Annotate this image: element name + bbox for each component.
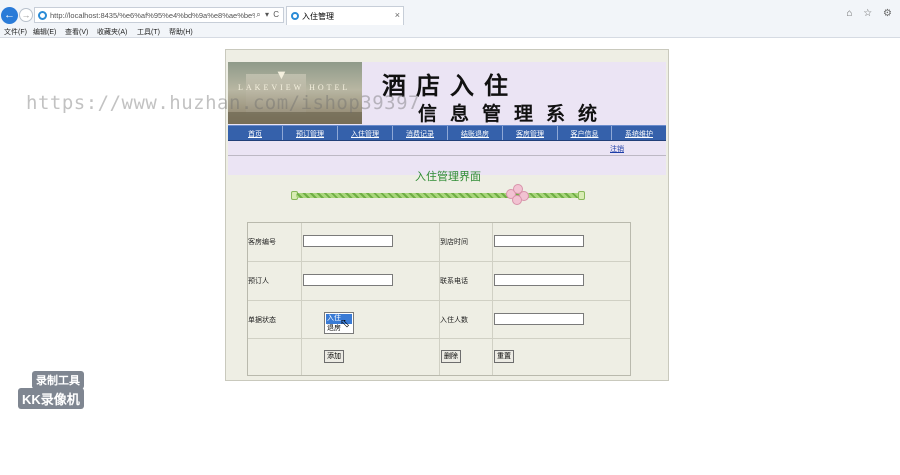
guest-count-input[interactable]: [494, 313, 584, 325]
header-banner: ▼ LAKEVIEW HOTEL 酒店入住 信息管理系统 首页 预订管理 入住管…: [228, 62, 666, 175]
status-label: 单据状态: [248, 317, 276, 324]
delete-button[interactable]: 删除: [441, 350, 461, 363]
tab-ie-icon: [291, 12, 299, 20]
divider-line: [228, 155, 666, 156]
mouse-cursor-icon: ⬁: [340, 316, 351, 330]
ie-logo-icon: [38, 11, 47, 20]
decorative-divider: [296, 193, 581, 198]
hotel-logo-text: LAKEVIEW HOTEL: [238, 83, 351, 92]
home-star-gear-icon[interactable]: ⌂ ☆ ⚙: [846, 8, 896, 19]
arrive-time-input[interactable]: [494, 235, 584, 247]
nav-system[interactable]: 系统维护: [612, 126, 666, 140]
system-subtitle: 信息管理系统: [418, 104, 611, 125]
recorder-badge-line2: KK录像机: [18, 388, 84, 409]
nav-booking[interactable]: 预订管理: [283, 126, 338, 140]
divider-end-right: [578, 191, 585, 200]
browser-tab[interactable]: 入住管理 ×: [286, 6, 404, 25]
back-arrow-icon[interactable]: ←: [1, 7, 18, 24]
address-bar[interactable]: http://localhost:8435/%e6%af%95%e4%bd%9a…: [34, 7, 284, 23]
guest-count-label: 入住人数: [440, 317, 468, 324]
menu-view[interactable]: 查看(V): [65, 27, 88, 37]
main-nav: 首页 预订管理 入住管理 消费记录 结账退房 客房管理 客户信息 系统维护: [228, 125, 666, 141]
nav-checkin[interactable]: 入住管理: [338, 126, 393, 140]
menu-bar: 文件(F) 编辑(E) 查看(V) 收藏夹(A) 工具(T) 帮助(H): [0, 26, 900, 38]
menu-tools[interactable]: 工具(T): [137, 27, 160, 37]
menu-file[interactable]: 文件(F): [4, 27, 27, 37]
flower-icon: [504, 183, 532, 207]
menu-favorites[interactable]: 收藏夹(A): [97, 27, 127, 37]
nav-consumption[interactable]: 消费记录: [393, 126, 448, 140]
menu-edit[interactable]: 编辑(E): [33, 27, 56, 37]
address-url[interactable]: http://localhost:8435/%e6%af%95%e4%bd%9a…: [50, 11, 255, 20]
panel-title: 入住管理界面: [415, 171, 481, 183]
checkin-form: 客房编号 到店时间 预订人 联系电话 单据状态 入住 退房 ⬁ 入住人数 添加 …: [247, 222, 631, 376]
recorder-badge-line1: 录制工具: [32, 371, 84, 389]
nav-rooms[interactable]: 客房管理: [503, 126, 558, 140]
browser-chrome: ← → http://localhost:8435/%e6%af%95%e4%b…: [0, 0, 900, 38]
tab-title: 入住管理: [302, 12, 334, 21]
col-divider: [492, 223, 493, 375]
nav-customers[interactable]: 客户信息: [558, 126, 612, 140]
arrive-time-label: 到店时间: [440, 239, 468, 246]
search-refresh-icon[interactable]: ⌕ ▾ C: [256, 10, 280, 20]
forward-arrow-icon[interactable]: →: [19, 8, 33, 22]
watermark-text: https://www.huzhan.com/ishop39397: [26, 92, 420, 114]
phone-input[interactable]: [494, 274, 584, 286]
add-button[interactable]: 添加: [324, 350, 344, 363]
room-no-label: 客房编号: [248, 239, 276, 246]
nav-home[interactable]: 首页: [228, 126, 283, 140]
menu-help[interactable]: 帮助(H): [169, 27, 193, 37]
phone-label: 联系电话: [440, 278, 468, 285]
booker-input[interactable]: [303, 274, 393, 286]
booker-label: 预订人: [248, 278, 269, 285]
hotel-logo-icon: ▼: [275, 67, 288, 82]
room-no-input[interactable]: [303, 235, 393, 247]
reset-button[interactable]: 重置: [494, 350, 514, 363]
col-divider: [301, 223, 302, 375]
nav-checkout[interactable]: 结账退房: [448, 126, 503, 140]
logout-link[interactable]: 注销: [610, 144, 624, 154]
tab-close-icon[interactable]: ×: [395, 10, 400, 20]
